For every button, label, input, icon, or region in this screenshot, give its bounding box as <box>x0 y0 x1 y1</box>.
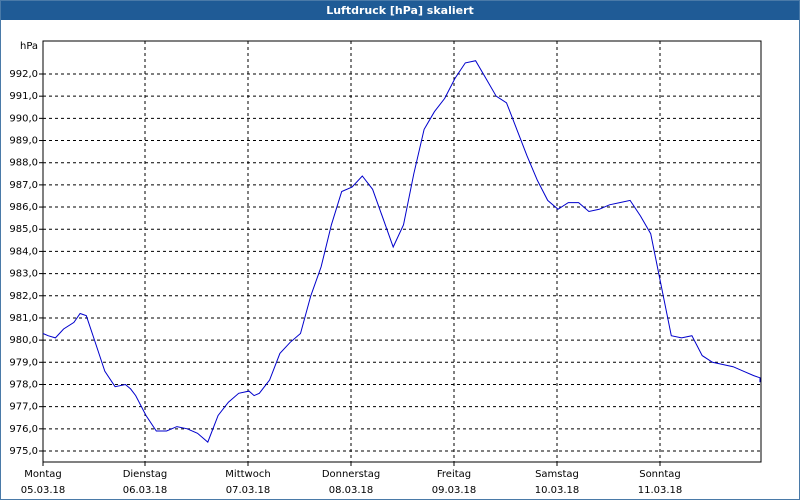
y-tick-label: 975,0 <box>9 446 38 457</box>
y-tick-label: 985,0 <box>9 224 38 235</box>
y-tick-label: 991,0 <box>9 91 38 102</box>
x-tick-date-label: 10.03.18 <box>535 485 580 496</box>
y-tick-label: 986,0 <box>9 202 38 213</box>
x-tick-day-label: Donnerstag <box>322 469 380 480</box>
y-tick-label: 982,0 <box>9 291 38 302</box>
y-tick-label: 980,0 <box>9 335 38 346</box>
x-tick-date-label: 11.03.18 <box>638 485 683 496</box>
y-tick-label: 984,0 <box>9 246 38 257</box>
x-tick-day-label: Montag <box>24 469 61 480</box>
x-tick-date-label: 06.03.18 <box>123 485 168 496</box>
x-tick-date-label: 08.03.18 <box>329 485 374 496</box>
x-tick-day-label: Mittwoch <box>225 469 270 480</box>
y-tick-label: 990,0 <box>9 113 38 124</box>
x-tick-date-label: 05.03.18 <box>21 485 66 496</box>
y-tick-label: 987,0 <box>9 180 38 191</box>
y-tick-label: 992,0 <box>9 69 38 80</box>
y-tick-label: 988,0 <box>9 158 38 169</box>
x-tick-day-label: Samstag <box>535 469 579 480</box>
y-axis-unit-label: hPa <box>20 41 38 52</box>
x-tick-day-label: Dienstag <box>123 469 168 480</box>
y-tick-label: 983,0 <box>9 269 38 280</box>
x-tick-date-label: 09.03.18 <box>432 485 477 496</box>
y-tick-label: 978,0 <box>9 379 38 390</box>
y-tick-label: 979,0 <box>9 357 38 368</box>
y-tick-label: 977,0 <box>9 402 38 413</box>
x-tick-day-label: Freitag <box>437 469 471 480</box>
y-tick-label: 981,0 <box>9 313 38 324</box>
chart-background <box>1 20 799 499</box>
y-tick-label: 976,0 <box>9 424 38 435</box>
chart-window: Luftdruck [hPa] skaliert 975,0 976,0 977,0… <box>0 0 800 500</box>
line-chart: 975,0 976,0 977,0 978,0 979,0 980,0 981,0 982,0… <box>1 20 799 499</box>
y-tick-label: 989,0 <box>9 136 38 147</box>
x-tick-date-label: 07.03.18 <box>226 485 271 496</box>
x-tick-day-label: Sonntag <box>639 469 681 480</box>
